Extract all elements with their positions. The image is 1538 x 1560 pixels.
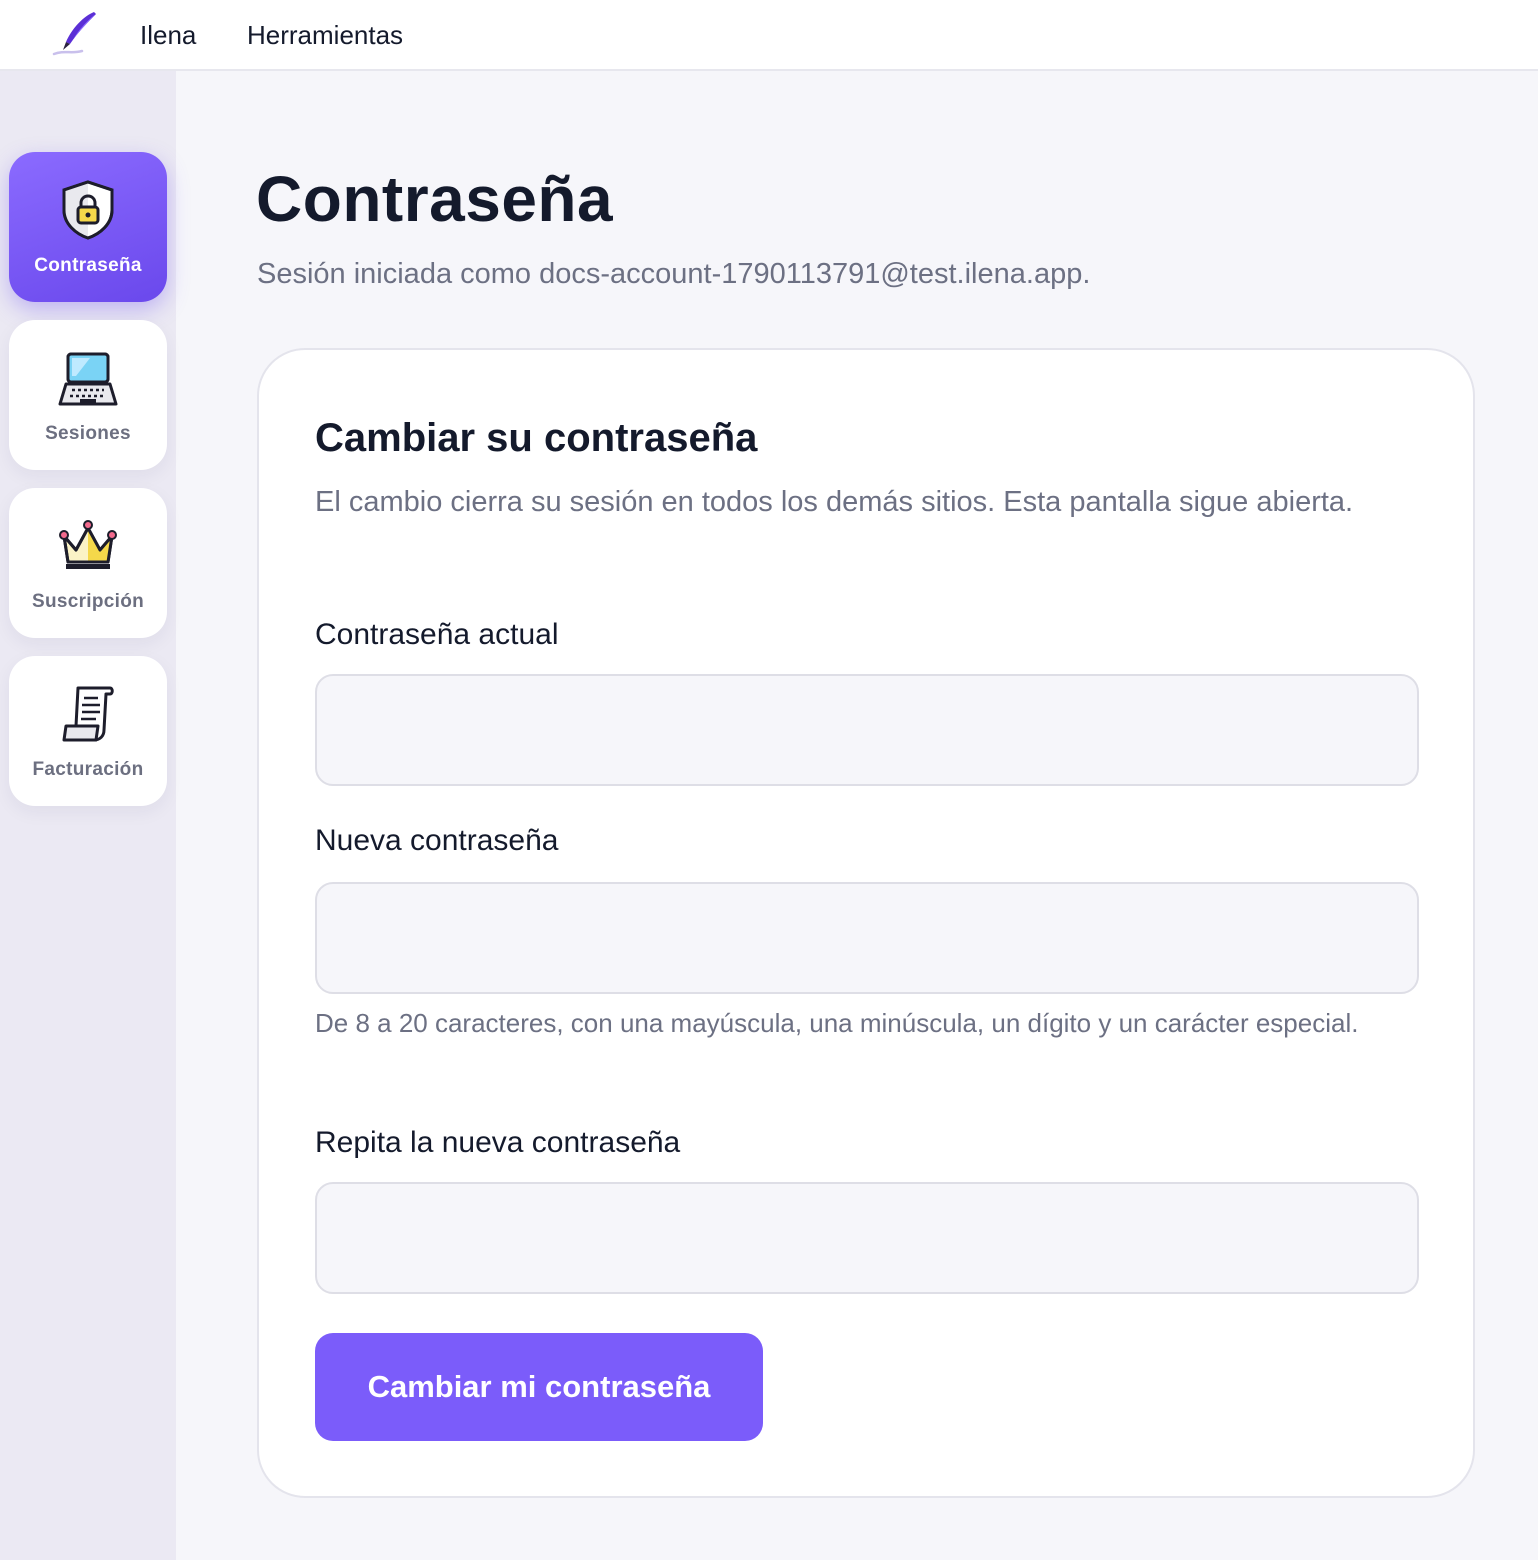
sidebar-item-label: Suscripción bbox=[31, 591, 145, 612]
sidebar-item-label: Facturación bbox=[32, 759, 144, 780]
settings-sidebar: Contraseña Sesiones Suscripción Facturac… bbox=[0, 71, 176, 1560]
sidebar-item-suscripcion[interactable]: Suscripción bbox=[9, 488, 167, 638]
top-navigation-bar: Ilena Herramientas bbox=[0, 0, 1538, 71]
receipt-scroll-icon bbox=[62, 686, 114, 742]
sidebar-item-sesiones[interactable]: Sesiones bbox=[9, 320, 167, 470]
change-password-button[interactable]: Cambiar mi contraseña bbox=[315, 1333, 763, 1441]
current-password-label: Contraseña actual bbox=[315, 618, 559, 651]
shield-lock-icon bbox=[62, 180, 114, 240]
current-password-input[interactable] bbox=[315, 674, 1419, 786]
repeat-password-input[interactable] bbox=[315, 1182, 1419, 1294]
signed-in-as-text: Sesión iniciada como docs-account-179011… bbox=[257, 258, 1091, 290]
card-description: El cambio cierra su sesión en todos los … bbox=[315, 486, 1354, 518]
sidebar-item-contrasena[interactable]: Contraseña bbox=[9, 152, 167, 302]
card-title: Cambiar su contraseña bbox=[315, 416, 758, 460]
sidebar-item-label: Contraseña bbox=[34, 255, 142, 276]
page-title: Contraseña bbox=[256, 163, 614, 235]
repeat-password-label: Repita la nueva contraseña bbox=[315, 1126, 681, 1159]
quill-pen-icon[interactable] bbox=[50, 8, 104, 58]
sidebar-item-facturacion[interactable]: Facturación bbox=[9, 656, 167, 806]
crown-icon bbox=[59, 520, 117, 569]
new-password-input[interactable] bbox=[315, 882, 1419, 994]
sidebar-item-label: Sesiones bbox=[45, 423, 131, 444]
nav-link-herramientas[interactable]: Herramientas bbox=[247, 20, 403, 51]
new-password-label: Nueva contraseña bbox=[315, 824, 559, 857]
nav-link-ilena[interactable]: Ilena bbox=[140, 20, 196, 51]
laptop-icon bbox=[58, 352, 118, 406]
change-password-card: Cambiar su contraseña El cambio cierra s… bbox=[257, 348, 1475, 1498]
password-requirements-hint: De 8 a 20 caracteres, con una mayúscula,… bbox=[315, 1008, 1359, 1038]
